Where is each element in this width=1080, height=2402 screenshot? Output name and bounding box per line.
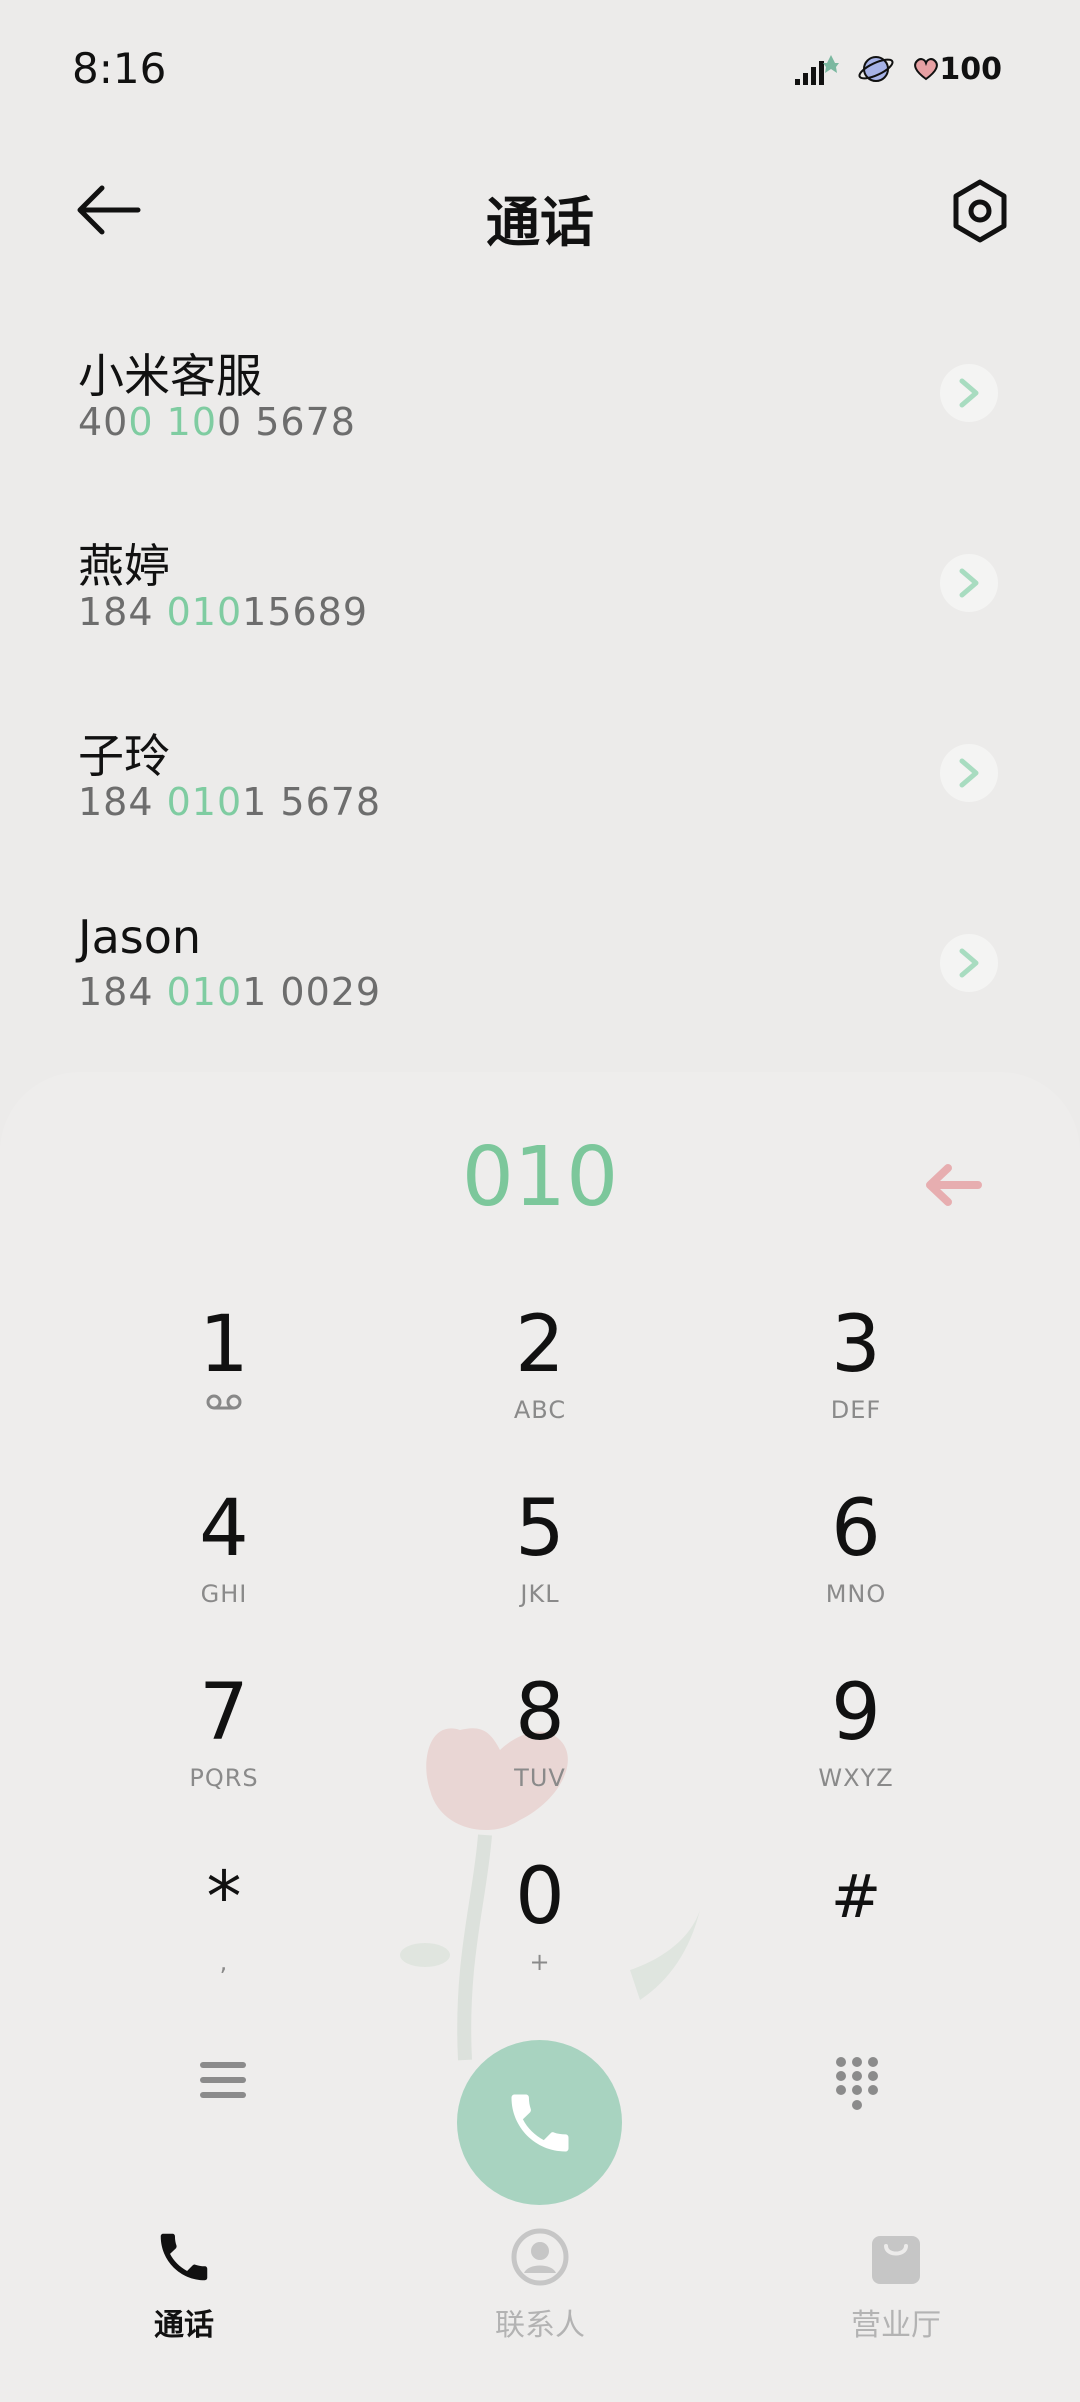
phone-icon (511, 2094, 568, 2151)
menu-icon[interactable] (200, 2060, 246, 2100)
chevron-right-icon (959, 948, 979, 978)
key-letters: DEF (830, 1396, 882, 1424)
dialed-number: 010 (461, 1130, 619, 1225)
key-letters: , (219, 1948, 229, 1976)
contact-number: 400 100 5678 (78, 400, 356, 444)
contact-name: Jason (78, 910, 202, 964)
chevron-right-icon (959, 378, 979, 408)
contact-row[interactable]: 子玲 184 0101 5678 (0, 680, 1080, 870)
status-bar: 8:16 100 (0, 0, 1080, 140)
contact-detail-button[interactable] (940, 744, 998, 802)
key-1[interactable]: 1 (104, 1300, 344, 1470)
contact-row[interactable]: Jason 184 0101 0029 (0, 870, 1080, 1060)
key-digit: 3 (831, 1300, 881, 1390)
contact-results: 小米客服 400 100 5678 燕婷 184 01015689 子玲 184… (0, 300, 1080, 1060)
contact-detail-button[interactable] (940, 554, 998, 612)
key-star[interactable]: * , (104, 1852, 344, 2022)
dialpad-toggle-icon[interactable] (835, 2056, 879, 2112)
key-digit: 5 (515, 1484, 565, 1574)
key-letters: + (529, 1948, 551, 1976)
contact-number: 184 0101 5678 (78, 780, 382, 824)
contact-name: 燕婷 (78, 539, 170, 593)
key-6[interactable]: 6 MNO (736, 1484, 976, 1654)
contact-name: 小米客服 (78, 349, 262, 403)
status-time: 8:16 (72, 44, 167, 93)
key-digit: 7 (199, 1668, 249, 1758)
key-5[interactable]: 5 JKL (420, 1484, 660, 1654)
battery-level: 100 (939, 51, 1002, 87)
planet-icon (858, 56, 894, 82)
key-digit: * (206, 1856, 242, 1938)
key-7[interactable]: 7 PQRS (104, 1668, 344, 1838)
backspace-icon[interactable] (922, 1162, 982, 1208)
tab-label: 营业厅 (851, 2308, 941, 2343)
key-3[interactable]: 3 DEF (736, 1300, 976, 1470)
contact-row[interactable]: 小米客服 400 100 5678 (0, 300, 1080, 490)
system-icons: 100 (795, 50, 1002, 88)
page-title: 通话 (486, 191, 594, 254)
contact-name: 子玲 (78, 729, 170, 783)
key-letters: ABC (513, 1396, 567, 1424)
key-2[interactable]: 2 ABC (420, 1300, 660, 1470)
key-digit: # (830, 1862, 882, 1932)
key-digit: 8 (515, 1668, 565, 1758)
key-letters: GHI (200, 1580, 248, 1608)
key-digit: 6 (831, 1484, 881, 1574)
signal-icon (795, 55, 840, 85)
key-digit: 0 (515, 1852, 565, 1942)
tab-calls[interactable]: 通话 (84, 2222, 284, 2344)
contact-row[interactable]: 燕婷 184 01015689 (0, 490, 1080, 680)
key-digit: 1 (199, 1300, 249, 1390)
key-8[interactable]: 8 TUV (420, 1668, 660, 1838)
chevron-right-icon (959, 758, 979, 788)
chevron-right-icon (959, 568, 979, 598)
tab-label: 联系人 (495, 2308, 585, 2343)
key-letters: WXYZ (818, 1764, 894, 1792)
top-bar: 通话 (0, 160, 1080, 260)
key-digit: 9 (831, 1668, 881, 1758)
contact-detail-button[interactable] (940, 934, 998, 992)
key-letters: TUV (514, 1764, 566, 1792)
key-4[interactable]: 4 GHI (104, 1484, 344, 1654)
heart-icon (914, 58, 939, 81)
bottom-navigation: 通话 联系人 营业厅 (0, 2212, 1080, 2402)
key-letters: JKL (520, 1580, 560, 1608)
settings-icon[interactable] (950, 178, 1010, 244)
key-0[interactable]: 0 + (420, 1852, 660, 2022)
contact-detail-button[interactable] (940, 364, 998, 422)
battery-indicator: 100 (913, 52, 1002, 87)
voicemail-icon (206, 1394, 242, 1410)
contact-number: 184 0101 0029 (78, 970, 382, 1014)
key-hash[interactable]: # (736, 1852, 976, 2022)
person-icon (511, 2228, 569, 2286)
key-digit: 4 (199, 1484, 249, 1574)
key-9[interactable]: 9 WXYZ (736, 1668, 976, 1838)
key-digit: 2 (515, 1300, 565, 1390)
tab-label: 通话 (154, 2308, 214, 2343)
contact-number: 184 01015689 (78, 590, 369, 634)
key-letters: MNO (825, 1580, 887, 1608)
call-button[interactable] (457, 2040, 622, 2205)
phone-icon (160, 2233, 208, 2281)
shopping-bag-icon (872, 2236, 920, 2284)
key-letters: PQRS (189, 1764, 259, 1792)
tab-store[interactable]: 营业厅 (796, 2222, 996, 2344)
tab-contacts[interactable]: 联系人 (440, 2222, 640, 2344)
